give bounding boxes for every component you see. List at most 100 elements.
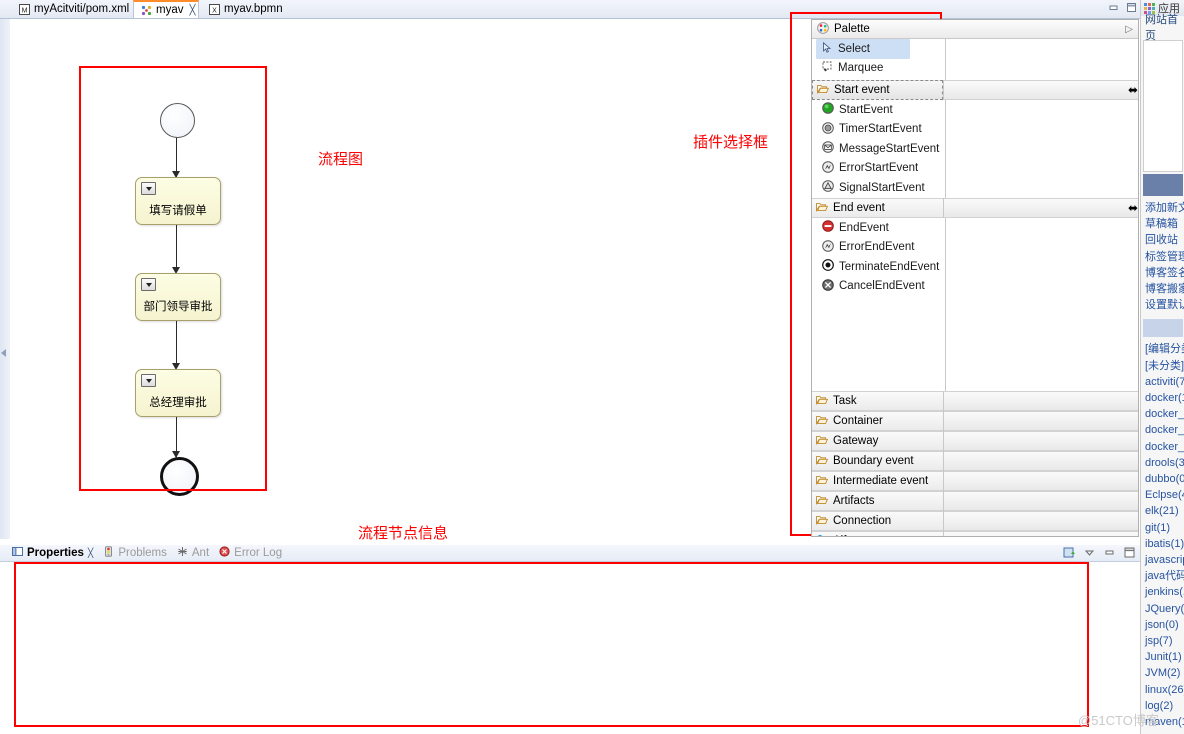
category-item[interactable]: JQuery(1) xyxy=(1145,601,1184,617)
palette-item-timerstartevent[interactable]: TimerStartEvent xyxy=(812,120,944,140)
palette-drawer-artifacts[interactable]: Artifacts xyxy=(812,491,1138,511)
palette-item-errorendevent[interactable]: ErrorEndEvent xyxy=(812,238,944,258)
bpmn-palette[interactable]: Palette ▷ Select Marquee Start event ⬌ S… xyxy=(811,19,1139,537)
palette-drawer-fill xyxy=(944,471,1138,491)
category-item[interactable]: jenkins(1) xyxy=(1145,584,1184,600)
palette-item-label: StartEvent xyxy=(839,103,893,116)
palette-drawer-header[interactable]: Gateway xyxy=(812,431,943,451)
palette-drawer-start-event[interactable]: Start event ⬌ xyxy=(812,80,1138,100)
view-tab-label: Ant xyxy=(191,547,210,559)
palette-drawer-fill xyxy=(944,491,1138,511)
palette-drawer-header[interactable]: End event xyxy=(812,198,943,218)
palette-drawer-header[interactable]: Alfresco xyxy=(812,531,943,536)
menu-item[interactable]: 设置默认 xyxy=(1145,297,1184,313)
category-item[interactable]: JVM(2) xyxy=(1145,665,1184,681)
minimize-view-button[interactable] xyxy=(1103,546,1116,562)
minimize-button[interactable] xyxy=(1107,1,1120,14)
palette-drawer-header[interactable]: Start event xyxy=(812,80,943,100)
pin-properties-button[interactable] xyxy=(1063,546,1076,562)
palette-drawer-header[interactable]: Artifacts xyxy=(812,491,943,511)
palette-drawer-fill xyxy=(944,431,1138,451)
close-icon[interactable]: ╳ xyxy=(88,548,93,559)
category-item[interactable]: linux(26) xyxy=(1145,682,1184,698)
palette-drawer-label: Boundary event xyxy=(833,455,914,467)
palette-tool-select[interactable]: Select xyxy=(816,39,910,59)
category-item[interactable]: java代码 xyxy=(1145,568,1184,584)
palette-drawer-alfresco[interactable]: Alfresco xyxy=(812,531,1138,536)
category-item[interactable]: docker_2 xyxy=(1145,422,1184,438)
menu-item[interactable]: 回收站 xyxy=(1145,232,1184,248)
palette-item-errorstartevent[interactable]: ErrorStartEvent xyxy=(812,159,944,179)
category-item[interactable]: json(0) xyxy=(1145,617,1184,633)
menu-item[interactable]: 标签管理 xyxy=(1145,249,1184,265)
category-item[interactable]: jsp(7) xyxy=(1145,633,1184,649)
home-link[interactable]: 网站首页 xyxy=(1141,14,1184,42)
palette-drawer-intermediate-event[interactable]: Intermediate event xyxy=(812,471,1138,491)
palette-item-startevent[interactable]: StartEvent xyxy=(812,100,944,120)
eclipse-window: M myAcitviti/pom.xml myav ╳ X myav.bpmn xyxy=(0,0,1140,734)
palette-tool-marquee[interactable]: Marquee xyxy=(812,59,944,79)
category-item[interactable]: drools(3) xyxy=(1145,455,1184,471)
maximize-button[interactable] xyxy=(1125,1,1138,14)
category-item[interactable]: mongo xyxy=(1145,730,1184,734)
view-tab-properties[interactable]: Properties ╳ xyxy=(12,546,93,560)
view-tab-ant[interactable]: Ant xyxy=(177,546,209,560)
palette-drawer-boundary-event[interactable]: Boundary event xyxy=(812,451,1138,471)
palette-drawer-header[interactable]: Connection xyxy=(812,511,943,531)
pin-icon[interactable]: ⬌ xyxy=(1128,83,1138,97)
palette-drawer-connection[interactable]: Connection xyxy=(812,511,1138,531)
palette-drawer-header[interactable]: Task xyxy=(812,391,943,411)
category-item[interactable]: Junit(1) xyxy=(1145,649,1184,665)
palette-drawer-container[interactable]: Container xyxy=(812,411,1138,431)
palette-item-cancelendevent[interactable]: CancelEndEvent xyxy=(812,277,944,297)
menu-item[interactable]: 草稿箱 xyxy=(1145,216,1184,232)
editor-tab-myav[interactable]: myav ╳ xyxy=(133,0,199,18)
category-item[interactable]: docker(1) xyxy=(1145,390,1184,406)
menu-item[interactable]: 博客签名 xyxy=(1145,265,1184,281)
bpmn-diagram-icon xyxy=(141,5,152,16)
editor-tab-label: myav xyxy=(156,4,184,16)
palette-drawer-end-event[interactable]: End event ⬌ xyxy=(812,198,1138,218)
category-item[interactable]: activiti(7) xyxy=(1145,374,1184,390)
category-item[interactable]: dubbo(0) xyxy=(1145,471,1184,487)
palette-item-endevent[interactable]: EndEvent xyxy=(812,218,944,238)
pin-icon[interactable]: ⬌ xyxy=(1128,201,1138,215)
category-item[interactable]: javascript xyxy=(1145,552,1184,568)
palette-drawer-label: Intermediate event xyxy=(833,475,929,487)
category-item[interactable]: [编辑分类] xyxy=(1145,341,1184,357)
category-item[interactable]: docker_1 xyxy=(1145,406,1184,422)
palette-drawer-task[interactable]: Task xyxy=(812,391,1138,411)
menu-item[interactable]: 添加新文 xyxy=(1145,200,1184,216)
expand-arrow-icon[interactable] xyxy=(1,349,6,357)
folder-icon xyxy=(816,455,829,468)
category-item[interactable]: git(1) xyxy=(1145,520,1184,536)
palette-item-messagestartevent[interactable]: MessageStartEvent xyxy=(812,139,944,159)
palette-drawer-label: Start event xyxy=(834,84,890,96)
palette-drawer-label: Connection xyxy=(833,515,892,527)
editor-tab-myav-bpmn[interactable]: X myav.bpmn xyxy=(202,0,296,18)
palette-expand-icon[interactable]: ▷ xyxy=(1125,24,1133,35)
close-icon[interactable]: ╳ xyxy=(189,5,195,16)
category-item[interactable]: ibatis(1) xyxy=(1145,536,1184,552)
maximize-view-button[interactable] xyxy=(1123,546,1136,562)
category-item[interactable]: elk(21) xyxy=(1145,503,1184,519)
palette-drawer-header[interactable]: Intermediate event xyxy=(812,471,943,491)
editor-tab-bar: M myAcitviti/pom.xml myav ╳ X myav.bpmn xyxy=(0,0,1140,19)
palette-drawer-gateway[interactable]: Gateway xyxy=(812,431,1138,451)
view-tab-problems[interactable]: Problems xyxy=(103,546,167,560)
category-item[interactable]: Eclpse(4) xyxy=(1145,487,1184,503)
editor-tab-pom-xml[interactable]: M myAcitviti/pom.xml xyxy=(12,0,132,18)
annotation-box-properties xyxy=(14,562,1089,727)
palette-tool-label: Marquee xyxy=(838,62,884,75)
palette-drawer-header[interactable]: Container xyxy=(812,411,943,431)
palette-item-signalstartevent[interactable]: SignalStartEvent xyxy=(812,178,944,198)
view-menu-button[interactable] xyxy=(1083,546,1096,562)
palette-drawer-header[interactable]: Boundary event xyxy=(812,451,943,471)
palette-item-terminateendevent[interactable]: TerminateEndEvent xyxy=(812,257,944,277)
palette-drawer-fill xyxy=(944,391,1138,411)
category-item[interactable]: [未分类] xyxy=(1145,358,1184,374)
menu-item[interactable]: 博客搬家 xyxy=(1145,281,1184,297)
palette-drawer-label: Gateway xyxy=(833,435,879,447)
view-tab-error-log[interactable]: Error Log xyxy=(219,546,282,560)
category-item[interactable]: docker_3 xyxy=(1145,439,1184,455)
